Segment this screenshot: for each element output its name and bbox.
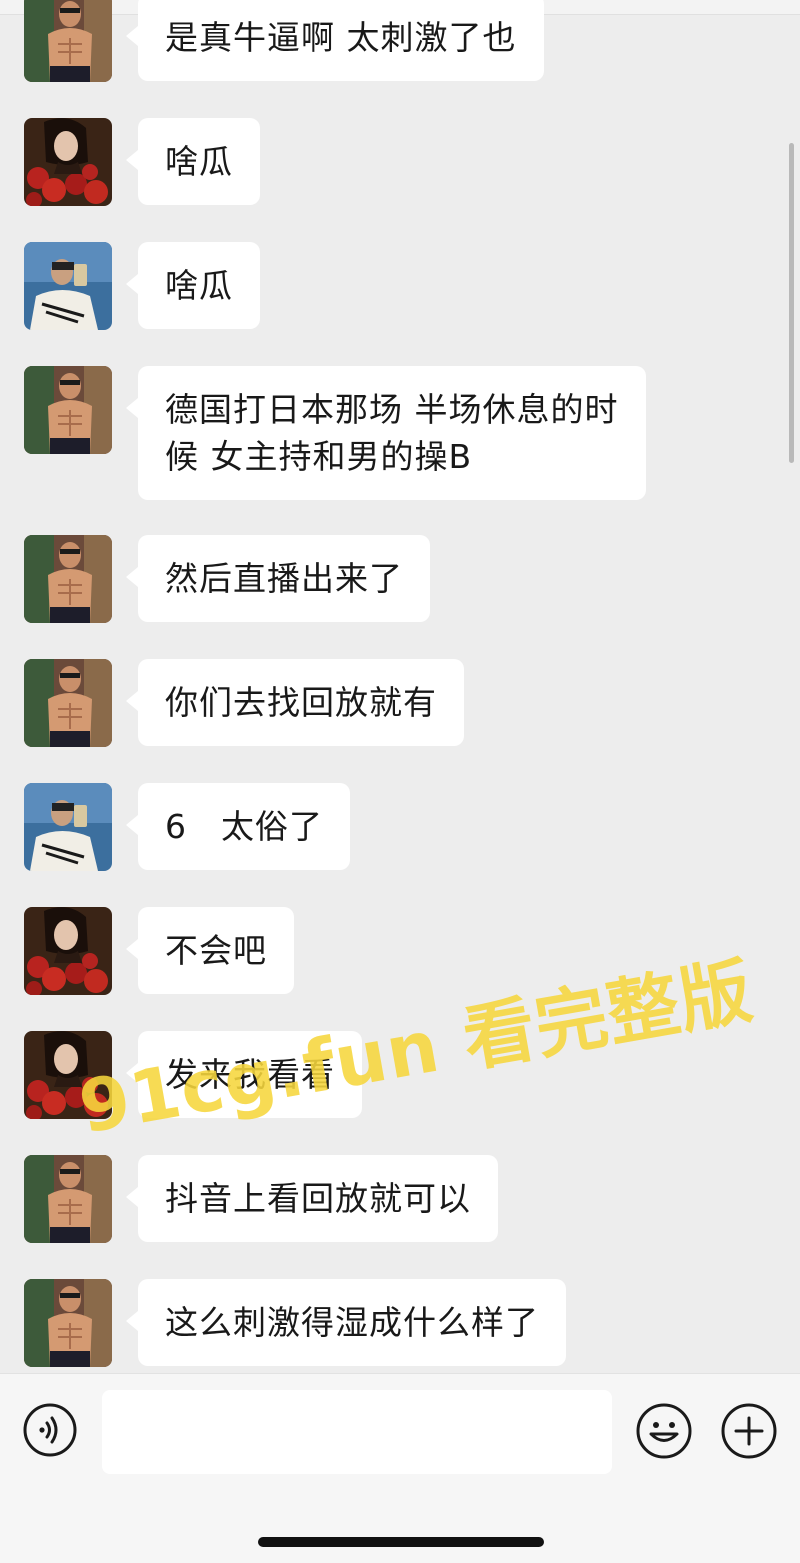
- plus-icon: [721, 1403, 777, 1459]
- message-bubble[interactable]: 啥瓜: [126, 118, 260, 205]
- avatar-woman-roses[interactable]: [24, 1031, 112, 1119]
- avatar-mirror-selfie[interactable]: [24, 783, 112, 871]
- emoji-icon: [636, 1403, 692, 1459]
- message-bubble[interactable]: 这么刺激得湿成什么样了: [126, 1279, 566, 1366]
- chat-screen: 是真牛逼啊 太刺激了也 啥瓜 啥瓜 德国打日本那场 半场休息的时 候 女主持和男…: [0, 0, 800, 1563]
- avatar-shirtless-man[interactable]: [24, 366, 112, 454]
- avatar-shirtless-man[interactable]: [24, 1155, 112, 1243]
- message-bubble[interactable]: 抖音上看回放就可以: [126, 1155, 498, 1242]
- input-bar: [0, 1373, 800, 1563]
- message-bubble[interactable]: 你们去找回放就有: [126, 659, 464, 746]
- emoji-button[interactable]: [636, 1403, 692, 1459]
- message-bubble[interactable]: 6 太俗了: [126, 783, 350, 870]
- avatar-woman-roses[interactable]: [24, 118, 112, 206]
- home-indicator[interactable]: [258, 1537, 544, 1547]
- voice-icon: [23, 1403, 77, 1457]
- avatar-shirtless-man[interactable]: [24, 659, 112, 747]
- plus-button[interactable]: [721, 1403, 777, 1459]
- message-bubble[interactable]: 不会吧: [126, 907, 294, 994]
- scrollbar[interactable]: [789, 143, 794, 463]
- avatar-shirtless-man[interactable]: [24, 0, 112, 82]
- message-bubble[interactable]: 德国打日本那场 半场休息的时 候 女主持和男的操B: [126, 366, 646, 500]
- voice-button[interactable]: [23, 1403, 77, 1457]
- message-bubble[interactable]: 是真牛逼啊 太刺激了也: [126, 0, 544, 81]
- message-input[interactable]: [102, 1390, 612, 1474]
- message-bubble[interactable]: 然后直播出来了: [126, 535, 430, 622]
- message-bubble[interactable]: 发来我看看: [126, 1031, 362, 1118]
- avatar-mirror-selfie[interactable]: [24, 242, 112, 330]
- avatar-woman-roses[interactable]: [24, 907, 112, 995]
- avatar-shirtless-man[interactable]: [24, 1279, 112, 1367]
- avatar-shirtless-man[interactable]: [24, 535, 112, 623]
- message-bubble[interactable]: 啥瓜: [126, 242, 260, 329]
